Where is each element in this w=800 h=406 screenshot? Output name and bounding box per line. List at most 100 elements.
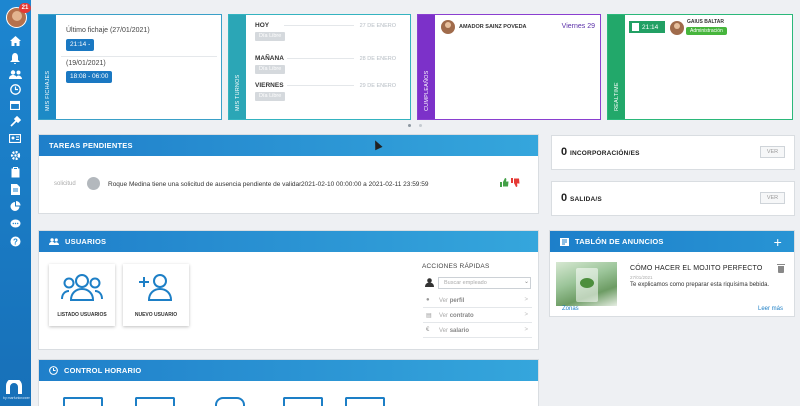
divider [287, 85, 354, 86]
brand-text: by marfunknower [3, 396, 30, 400]
control-tile-icon[interactable] [135, 397, 175, 406]
person-icon [425, 278, 434, 289]
document-icon[interactable] [8, 183, 22, 195]
divider [287, 58, 354, 59]
add-announcement-button[interactable]: + [774, 234, 782, 250]
employee-search-input[interactable]: Buscar empleado [438, 277, 531, 289]
turno-day-label: HOY [255, 22, 270, 29]
turno-day-label: VIERNES [255, 82, 284, 89]
quick-actions-title: ACCIONES RÁPIDAS [422, 263, 490, 270]
trash-icon[interactable] [777, 264, 785, 273]
fichaje-time-chip[interactable]: 21:14 - [66, 39, 95, 51]
announcement-body: Te explicamos como preparar esta riquísi… [630, 282, 770, 288]
document-icon: ▤ [426, 313, 432, 319]
home-icon[interactable] [8, 35, 22, 47]
newspaper-icon [560, 237, 569, 246]
panel-header: TABLÓN DE ANUNCIOS + [550, 231, 794, 252]
help-icon[interactable]: ? [8, 235, 22, 247]
svg-text:?: ? [13, 237, 18, 246]
panel-header: CONTROL HORARIO [39, 360, 538, 381]
tile-label: NUEVO USUARIO [134, 312, 178, 318]
salidas-count: 0 [561, 192, 568, 204]
salidas-label: SALIDA/S [570, 196, 602, 203]
ver-perfil-link[interactable]: ● Ver perfil > [423, 295, 532, 308]
carousel-dot[interactable] [408, 124, 411, 127]
pie-chart-icon[interactable] [8, 200, 22, 212]
panel-title: CONTROL HORARIO [64, 366, 142, 375]
task-user-avatar [87, 177, 100, 190]
chat-icon[interactable] [8, 218, 22, 230]
bell-icon[interactable] [8, 52, 22, 64]
card-side-bar: CUMPLEAÑOS [418, 15, 435, 119]
announcement-date: 27/01/2021 [630, 275, 653, 280]
listado-usuarios-tile[interactable]: LISTADO USUARIOS [49, 264, 115, 326]
panel-usuarios: USUARIOS LISTADO USUARIOS NUEVO USUARIO … [38, 230, 539, 350]
incorporaciones-label: INCORPORACIÓN/ES [570, 150, 640, 157]
task-type: solicitud [54, 181, 76, 187]
ver-salario-link[interactable]: € Ver salario > [423, 325, 532, 338]
clipboard-icon[interactable] [8, 166, 22, 178]
realtime-time: 21:14 [642, 23, 659, 31]
ver-incorporaciones-button[interactable]: VER [760, 146, 785, 158]
sidebar: 21 ? by marfunknower [0, 0, 31, 406]
ver-contrato-link[interactable]: ▤ Ver contrato > [423, 310, 532, 323]
birthday-name: AMADOR SAINZ POVEDA [459, 24, 527, 30]
birthday-day: Viernes 29 [561, 23, 595, 30]
thumbs-up-icon[interactable] [500, 178, 509, 189]
announcement-title[interactable]: CÓMO HACER EL MOJITO PERFECTO [630, 265, 762, 272]
euro-icon: € [426, 327, 430, 333]
chevron-right-icon: > [524, 297, 528, 303]
chevron-right-icon: > [524, 327, 528, 333]
carousel-dot[interactable] [419, 124, 422, 127]
control-tile-icon[interactable] [345, 397, 385, 406]
gear-icon[interactable] [8, 149, 22, 161]
nuevo-usuario-tile[interactable]: NUEVO USUARIO [123, 264, 189, 326]
divider [61, 56, 217, 57]
birthday-avatar [441, 20, 455, 34]
control-tile-icon[interactable] [215, 397, 245, 406]
card-side-bar: MIS TURNOS [229, 15, 246, 119]
chevron-right-icon: > [524, 312, 528, 318]
announcement-image [556, 262, 617, 306]
card-mis-turnos: MIS TURNOS HOY 27 DE ENERO Día Libre MAÑ… [228, 14, 411, 120]
panel-control-horario: CONTROL HORARIO [38, 359, 539, 406]
users-group-icon [61, 274, 103, 301]
card-side-label: REALTIME [613, 82, 620, 111]
thumbs-down-icon[interactable] [511, 178, 520, 189]
card-side-label: CUMPLEAÑOS [423, 70, 430, 111]
realtime-avatar [670, 21, 684, 35]
link-label: perfil [449, 298, 465, 304]
realtime-time-chip[interactable]: 21:14 [629, 21, 665, 33]
salidas-card: 0 SALIDA/S VER [551, 181, 795, 216]
turno-chip: Día Libre [255, 65, 286, 74]
fichaje-time-chip[interactable]: 18:08 - 06:00 [66, 71, 113, 83]
panel-tablon-anuncios: TABLÓN DE ANUNCIOS + CÓMO HACER EL MOJIT… [549, 230, 795, 317]
card-side-bar: REALTIME [608, 15, 625, 119]
users-icon [49, 238, 59, 245]
control-tile-icon[interactable] [283, 397, 323, 406]
panel-title: TAREAS PENDIENTES [49, 141, 133, 150]
zonas-link[interactable]: Zonas [562, 306, 579, 312]
link-prefix: Ver [439, 328, 449, 334]
task-row[interactable]: solicitud Roque Medina tiene una solicit… [39, 175, 538, 195]
chevron-down-icon[interactable]: ⌄ [524, 278, 529, 285]
role-badge: Administración [686, 27, 727, 35]
panel-title: TABLÓN DE ANUNCIOS [575, 237, 664, 246]
id-card-icon[interactable] [8, 132, 22, 144]
person-icon: ● [426, 297, 430, 303]
control-tile-icon[interactable] [63, 397, 103, 406]
turno-day-label: MAÑANA [255, 55, 284, 62]
incorporaciones-count: 0 [561, 146, 568, 158]
users-icon[interactable] [8, 68, 22, 80]
tile-label: LISTADO USUARIOS [57, 312, 107, 318]
link-label: contrato [449, 313, 474, 319]
calendar-icon[interactable] [8, 99, 22, 111]
ver-salidas-button[interactable]: VER [760, 192, 785, 204]
leer-mas-link[interactable]: Leer más [758, 306, 783, 312]
clock-icon[interactable] [8, 83, 22, 95]
realtime-name: GAIUS BALTAR [687, 19, 725, 25]
fichaje-label: (19/01/2021) [66, 60, 106, 67]
card-side-label: MIS FICHAJES [44, 70, 51, 111]
tools-icon[interactable] [8, 115, 22, 127]
notification-badge: 21 [19, 3, 31, 13]
